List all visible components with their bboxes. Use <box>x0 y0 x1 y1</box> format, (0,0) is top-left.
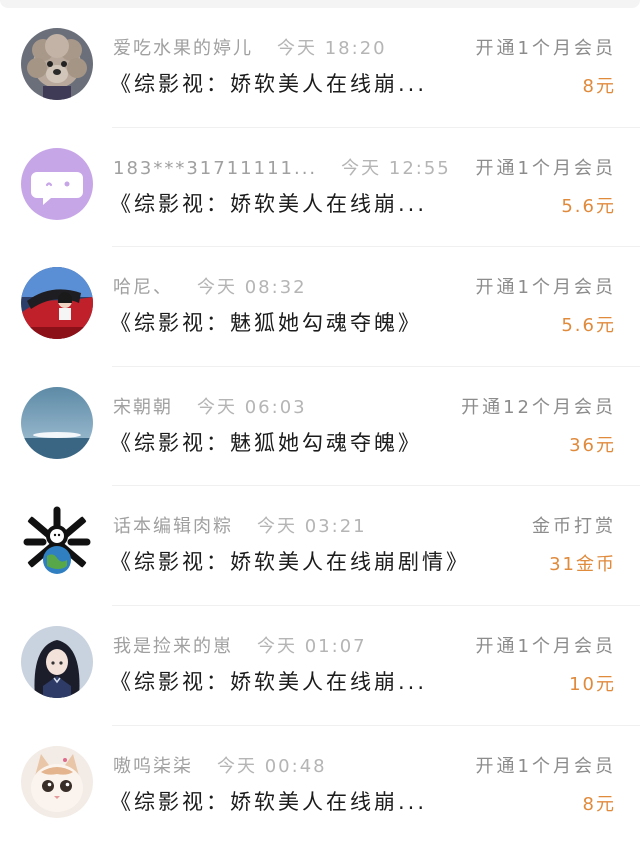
user-name[interactable]: 爱吃水果的婷儿 今天 18:20 <box>113 34 387 60</box>
amount: 31金币 <box>549 554 616 576</box>
action-label: 开通1个月会员 <box>475 755 616 777</box>
book-title[interactable]: 《综影视：魅狐她勾魂夺魄》 <box>110 307 422 337</box>
timestamp: 今天 12:55 <box>341 157 451 179</box>
sea-horizon-avatar[interactable] <box>21 386 93 459</box>
list-item[interactable]: 183***31711111... 今天 12:55 开通1个月会员 《综影视：娇… <box>0 128 640 248</box>
amount: 8元 <box>582 793 616 815</box>
amount: 36元 <box>569 434 616 456</box>
user-name[interactable]: 我是捡来的崽 今天 01:07 <box>113 632 367 658</box>
list-item[interactable]: 宋朝朝 今天 06:03 开通12个月会员 《综影视：魅狐她勾魂夺魄》 36元 <box>0 367 640 487</box>
action-label: 开通1个月会员 <box>475 635 616 657</box>
action-label: 开通12个月会员 <box>461 396 616 418</box>
user-name[interactable]: 宋朝朝 今天 06:03 <box>113 393 307 419</box>
user-name[interactable]: 嗷呜柒柒 今天 00:48 <box>113 752 327 778</box>
globe-bones-avatar[interactable] <box>21 506 93 579</box>
poodle-avatar[interactable] <box>21 28 93 100</box>
car-girl-avatar[interactable] <box>21 267 93 340</box>
amount: 10元 <box>569 673 616 695</box>
amount: 5.6元 <box>561 315 616 337</box>
default-chat-avatar[interactable] <box>21 147 93 220</box>
list-item[interactable]: 哈尼、 今天 08:32 开通1个月会员 《综影视：魅狐她勾魂夺魄》 5.6元 <box>0 247 640 367</box>
list-item[interactable]: 爱吃水果的婷儿 今天 18:20 开通1个月会员 《综影视：娇软美人在线崩... … <box>0 8 640 128</box>
book-title[interactable]: 《综影视：魅狐她勾魂夺魄》 <box>110 427 422 457</box>
user-name[interactable]: 183***31711111... 今天 12:55 <box>113 154 451 180</box>
book-title[interactable]: 《综影视：娇软美人在线崩... <box>110 666 427 696</box>
action-label: 开通1个月会员 <box>475 38 616 59</box>
list-item[interactable]: 嗷呜柒柒 今天 00:48 开通1个月会员 《综影视：娇软美人在线崩... 8元 <box>0 726 640 845</box>
book-title[interactable]: 《综影视：娇软美人在线崩... <box>110 68 427 98</box>
action-label: 开通1个月会员 <box>475 277 616 299</box>
book-title[interactable]: 《综影视：娇软美人在线崩... <box>110 188 427 218</box>
timestamp: 今天 00:48 <box>217 755 327 777</box>
amount: 5.6元 <box>561 195 616 217</box>
user-name[interactable]: 哈尼、 今天 08:32 <box>113 273 307 299</box>
timestamp: 今天 01:07 <box>257 635 367 657</box>
action-label: 金币打赏 <box>532 516 616 538</box>
support-record-list: 爱吃水果的婷儿 今天 18:20 开通1个月会员 《综影视：娇软美人在线崩... … <box>0 8 640 845</box>
top-card-edge <box>0 0 640 8</box>
amount: 8元 <box>582 76 616 97</box>
list-item[interactable]: 话本编辑肉粽 今天 03:21 金币打赏 《综影视：娇软美人在线崩剧情》 31金币 <box>0 486 640 606</box>
anime-girl-avatar[interactable] <box>21 625 93 698</box>
timestamp: 今天 08:32 <box>197 277 307 299</box>
list-item[interactable]: 我是捡来的崽 今天 01:07 开通1个月会员 《综影视：娇软美人在线崩... 1… <box>0 606 640 726</box>
timestamp: 今天 06:03 <box>197 396 307 418</box>
action-label: 开通1个月会员 <box>475 157 616 179</box>
user-name[interactable]: 话本编辑肉粽 今天 03:21 <box>113 512 367 538</box>
kitten-avatar[interactable] <box>21 745 93 818</box>
book-title[interactable]: 《综影视：娇软美人在线崩剧情》 <box>110 546 470 576</box>
book-title[interactable]: 《综影视：娇软美人在线崩... <box>110 786 427 816</box>
timestamp: 今天 18:20 <box>277 38 387 59</box>
timestamp: 今天 03:21 <box>257 516 367 538</box>
